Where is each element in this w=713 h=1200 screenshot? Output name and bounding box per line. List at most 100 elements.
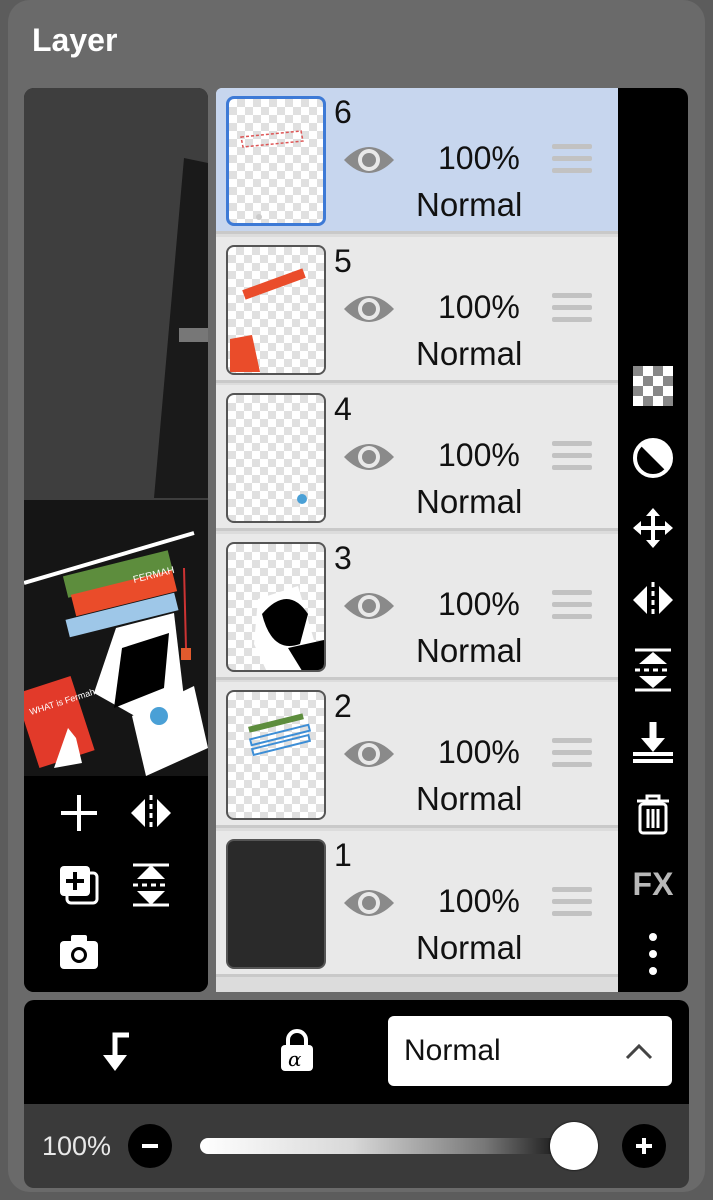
add-layer-copy-icon [60,866,99,905]
layer-thumbnail-art [230,267,306,372]
layer-row-4[interactable]: 4 100% Normal [216,385,618,531]
flip-vertical-button[interactable] [126,860,176,910]
layer-thumbnail[interactable] [226,541,326,672]
opacity-increase-button[interactable] [622,1124,666,1168]
merge-down-button[interactable] [629,718,677,766]
flip-vertical-icon [635,648,671,692]
eye-icon [344,889,394,916]
camera-icon [60,935,98,969]
transparency-icon [633,366,673,406]
layer-thumbnail[interactable] [226,690,326,820]
layer-blend-mode: Normal [416,186,523,223]
flip-horizontal-icon [131,795,171,831]
layer-thumbnail[interactable] [226,393,326,523]
layer-row-1[interactable]: 1 100% Normal [216,830,618,977]
flip-vertical-right-button[interactable] [629,646,677,694]
visibility-toggle[interactable] [342,883,396,923]
preview-canvas[interactable]: FERMAH WHAT is Fermah [24,88,208,776]
drag-handle-icon[interactable] [552,441,592,473]
blend-mode-value: Normal [404,1034,501,1067]
layer-thumbnail-art [248,713,312,757]
camera-button[interactable] [54,926,104,976]
layer-thumbnail[interactable] [226,838,326,969]
layer-number: 5 [334,242,352,279]
contrast-button[interactable] [629,434,677,482]
eye-icon [344,592,394,619]
minus-icon [142,1144,158,1148]
layer-opacity: 100% [438,437,520,473]
blend-bar: α Normal [24,1000,689,1104]
layer-opacity: 100% [438,585,520,622]
opacity-decrease-button[interactable] [128,1124,172,1168]
contrast-icon [633,438,673,478]
layer-thumbnail-art [240,130,304,220]
clip-arrow-icon [103,1032,129,1071]
layer-blend-mode: Normal [416,780,523,817]
opacity-label: 100% [42,1131,112,1161]
flip-horizontal-right-button[interactable] [629,576,677,624]
layer-number: 3 [334,539,352,576]
alpha-lock-button[interactable]: α [272,1026,322,1076]
opacity-slider[interactable] [200,1138,580,1154]
layer-thumbnail-art [297,494,307,504]
blend-mode-select[interactable]: Normal [388,1016,672,1086]
drag-handle-icon[interactable] [552,738,592,770]
visibility-toggle[interactable] [342,289,396,329]
layer-opacity: 100% [438,734,520,770]
duplicate-layer-button[interactable] [54,860,104,910]
layer-row-3[interactable]: 3 100% Normal [216,533,618,680]
panel-title: Layer [32,22,118,58]
layer-blend-mode: Normal [416,631,523,669]
layer-row-2[interactable]: 2 100% Normal [216,682,618,828]
more-options-button[interactable] [629,930,677,978]
layer-opacity: 100% [438,140,520,176]
layer-blend-mode: Normal [416,334,523,372]
layer-row-6[interactable]: 6 100% Normal [216,88,618,234]
drag-handle-icon[interactable] [552,589,592,622]
eye-icon [344,444,394,470]
layer-blend-mode: Normal [416,928,523,966]
transparency-button[interactable] [629,362,677,410]
preview-artwork: FERMAH WHAT is Fermah [24,88,208,776]
flip-vertical-icon [133,863,169,907]
drag-handle-icon[interactable] [552,144,592,176]
layer-number: 6 [334,94,352,130]
eye-icon [344,147,394,173]
move-button[interactable] [629,504,677,552]
fx-button[interactable]: FX [629,860,677,908]
layer-thumbnail[interactable] [226,96,326,226]
opacity-bar: 100% [24,1104,689,1188]
merge-down-icon [633,722,673,763]
layer-row-5[interactable]: 5 100% Normal [216,236,618,383]
layer-thumbnail-art [254,585,324,670]
flip-horizontal-button[interactable] [126,788,176,838]
delete-layer-button[interactable] [629,790,677,838]
plus-icon [636,1138,652,1154]
visibility-toggle[interactable] [342,437,396,477]
layer-thumbnail[interactable] [226,244,326,375]
layer-opacity: 100% [438,288,520,325]
layer-number: 2 [334,688,352,724]
visibility-toggle[interactable] [342,586,396,626]
layer-number: 4 [334,391,352,427]
layer-list: 6 100% Normal 5 100% Normal 4 100% Normal 3 100% No… [216,88,618,992]
eye-icon [344,295,394,322]
visibility-toggle[interactable] [342,734,396,774]
drag-handle-icon[interactable] [552,886,592,919]
fx-icon: FX [632,865,674,902]
move-icon [633,508,673,548]
opacity-slider-knob[interactable] [550,1122,598,1170]
add-layer-button[interactable] [54,788,104,838]
right-toolbar: FX [618,88,688,992]
svg-text:α: α [288,1047,302,1071]
trash-icon [637,794,669,835]
layer-opacity: 100% [438,882,520,919]
chevron-up-icon [625,1043,653,1060]
clip-button[interactable] [90,1026,140,1076]
drag-handle-icon[interactable] [552,292,592,325]
alpha-lock-icon: α [281,1029,313,1071]
more-icon [649,933,657,975]
left-toolbar [24,776,208,992]
flip-horizontal-icon [633,582,673,618]
visibility-toggle[interactable] [342,140,396,180]
